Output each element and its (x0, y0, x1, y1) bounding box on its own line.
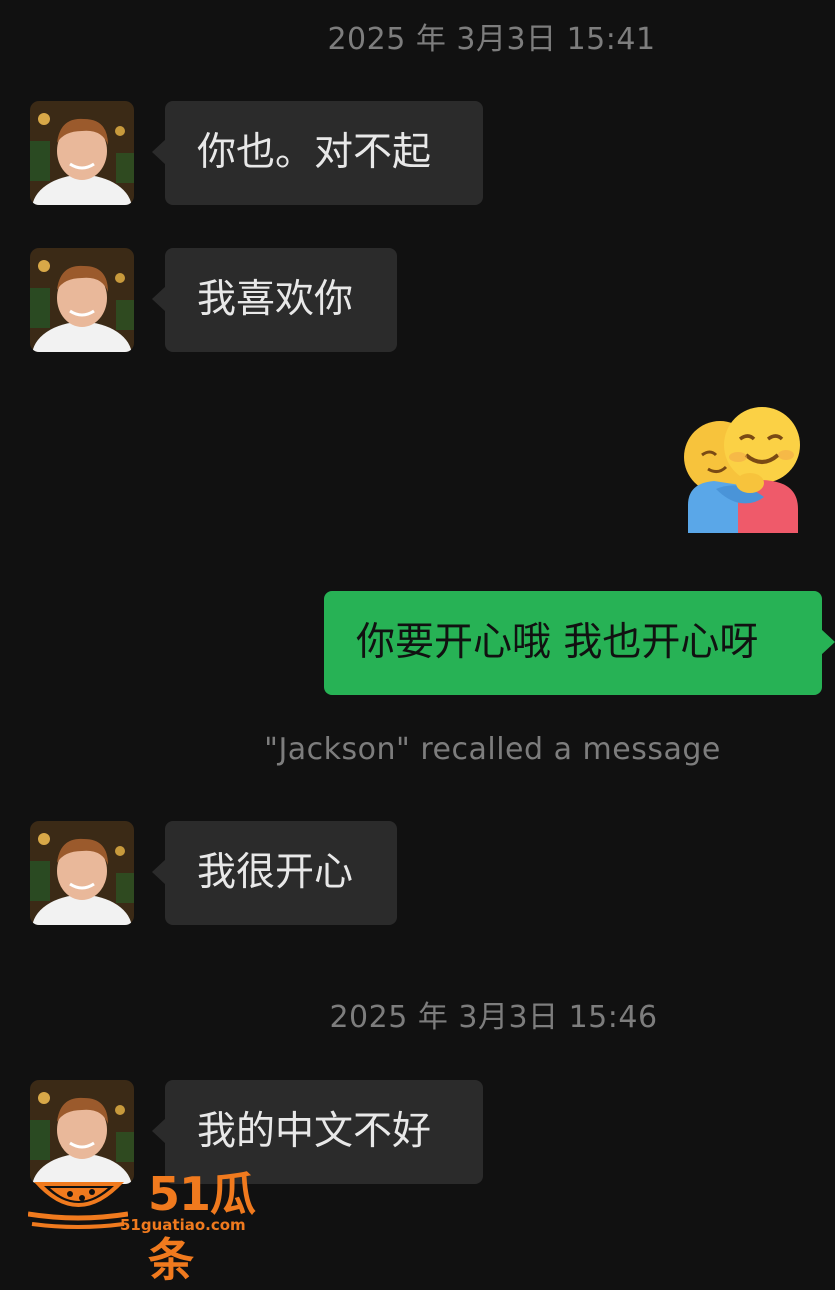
message-text: 我很开心 (197, 850, 354, 895)
message-bubble-outgoing[interactable]: 你要开心哦 我也开心呀 (324, 591, 835, 695)
timestamp: 2025 年 3月3日 15:46 (329, 1000, 658, 1035)
watermark-url: 51guatiao.com (120, 1216, 246, 1234)
message-bubble[interactable]: 你也。对不起 (152, 101, 483, 205)
avatar[interactable] (30, 101, 134, 205)
avatar[interactable] (30, 821, 134, 925)
watermelon-icon (28, 1182, 128, 1229)
recall-notice: "Jackson" recalled a message (264, 732, 721, 767)
message-text: 你也。对不起 (197, 130, 432, 175)
message-text: 我的中文不好 (197, 1109, 432, 1154)
timestamp: 2025 年 3月3日 15:41 (327, 22, 656, 57)
message-text: 你要开心哦 我也开心呀 (356, 620, 759, 665)
hug-emoji-icon[interactable] (680, 405, 804, 537)
message-text: 我喜欢你 (197, 277, 354, 322)
message-bubble[interactable]: 我喜欢你 (152, 248, 397, 352)
message-bubble[interactable]: 我很开心 (152, 821, 397, 925)
avatar[interactable] (30, 248, 134, 352)
watermark-logo: 51瓜条 51guatiao.com (28, 1158, 298, 1287)
